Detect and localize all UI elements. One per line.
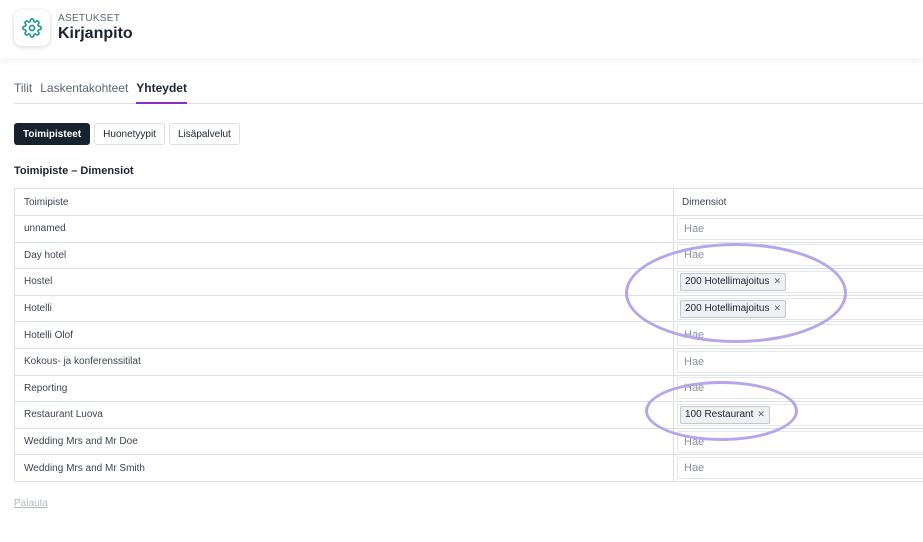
table-row: Wedding Mrs and Mr Smith Hae	[15, 454, 923, 481]
table-row: Hotelli Olof Hae	[15, 321, 923, 348]
select-placeholder: Hae	[684, 355, 705, 368]
dimension-select[interactable]: 200 Hotellimajoitus ✕	[677, 270, 923, 293]
chip-label: 100 Restaurant	[685, 409, 754, 421]
tab-tilit[interactable]: Tilit	[14, 81, 32, 104]
dimension-select[interactable]: Hae	[677, 217, 923, 240]
sub-tabs: Toimipisteet Huonetyypit Lisäpalvelut	[14, 123, 244, 145]
table-row: Day hotel Hae	[15, 241, 923, 269]
location-name: Wedding Mrs and Mr Doe	[15, 428, 674, 455]
page-title: Kirjanpito	[58, 25, 133, 42]
table-row: Reporting Hae	[15, 374, 923, 402]
section-label: ASETUKSET	[58, 13, 121, 24]
reset-link[interactable]: Palauta	[14, 498, 48, 509]
select-placeholder: Hae	[684, 462, 705, 475]
dimension-select[interactable]: Hae	[677, 324, 923, 347]
mapping-table: Toimipiste Dimensiot unnamed Hae Day hot…	[14, 188, 923, 482]
table-title: Toimipiste – Dimensiot	[14, 165, 134, 177]
app-header: ASETUKSET Kirjanpito	[0, 0, 923, 58]
select-placeholder: Hae	[684, 435, 705, 448]
select-placeholder: Hae	[684, 222, 705, 235]
table-row: Kokous- ja konferenssitilat Hae	[15, 347, 923, 375]
dimension-select[interactable]: Hae	[677, 244, 923, 267]
table-header-row: Toimipiste Dimensiot	[15, 189, 923, 215]
select-placeholder: Hae	[684, 382, 705, 395]
location-name: Hotelli	[15, 295, 674, 322]
column-header-toimipiste: Toimipiste	[15, 189, 674, 215]
column-header-dimensiot: Dimensiot	[682, 196, 727, 208]
chip-label: 200 Hotellimajoitus	[685, 303, 770, 315]
subtab-lisapalvelut[interactable]: Lisäpalvelut	[168, 123, 240, 145]
select-placeholder: Hae	[684, 329, 705, 342]
chip-label: 200 Hotellimajoitus	[685, 276, 770, 288]
location-name: unnamed	[15, 216, 674, 242]
dimension-select[interactable]: Hae	[677, 377, 923, 400]
gear-icon	[14, 10, 50, 46]
dimension-select[interactable]: Hae	[677, 430, 923, 453]
main-tabs: Tilit Laskentakohteet Yhteydet	[14, 81, 923, 104]
table-row: unnamed Hae	[15, 215, 923, 242]
dimension-select[interactable]: Hae	[677, 457, 923, 480]
tab-laskentakohteet[interactable]: Laskentakohteet	[40, 81, 128, 104]
remove-icon[interactable]: ✕	[774, 276, 782, 287]
location-name: Wedding Mrs and Mr Smith	[15, 455, 674, 481]
dimension-chip: 100 Restaurant ✕	[680, 405, 770, 424]
location-name: Hotelli Olof	[15, 322, 674, 348]
dimension-select[interactable]: 200 Hotellimajoitus ✕	[677, 297, 923, 320]
table-row: Wedding Mrs and Mr Doe Hae	[15, 427, 923, 455]
table-row: Hostel 200 Hotellimajoitus ✕	[15, 268, 923, 295]
location-name: Reporting	[15, 375, 674, 402]
table-row: Restaurant Luova 100 Restaurant ✕	[15, 401, 923, 428]
remove-icon[interactable]: ✕	[757, 409, 765, 420]
dimension-select[interactable]: Hae	[677, 350, 923, 373]
location-name: Hostel	[15, 269, 674, 295]
remove-icon[interactable]: ✕	[774, 303, 782, 314]
dimension-select[interactable]: 100 Restaurant ✕	[677, 403, 923, 426]
location-name: Restaurant Luova	[15, 402, 674, 428]
subtab-huonetyypit[interactable]: Huonetyypit	[94, 123, 165, 145]
select-placeholder: Hae	[684, 249, 705, 262]
dimension-chip: 200 Hotellimajoitus ✕	[680, 272, 787, 291]
dimension-chip: 200 Hotellimajoitus ✕	[680, 299, 787, 318]
subtab-toimipisteet[interactable]: Toimipisteet	[14, 123, 91, 145]
location-name: Day hotel	[15, 242, 674, 269]
table-row: Hotelli 200 Hotellimajoitus ✕	[15, 294, 923, 322]
location-name: Kokous- ja konferenssitilat	[15, 348, 674, 375]
tab-yhteydet[interactable]: Yhteydet	[136, 81, 187, 104]
